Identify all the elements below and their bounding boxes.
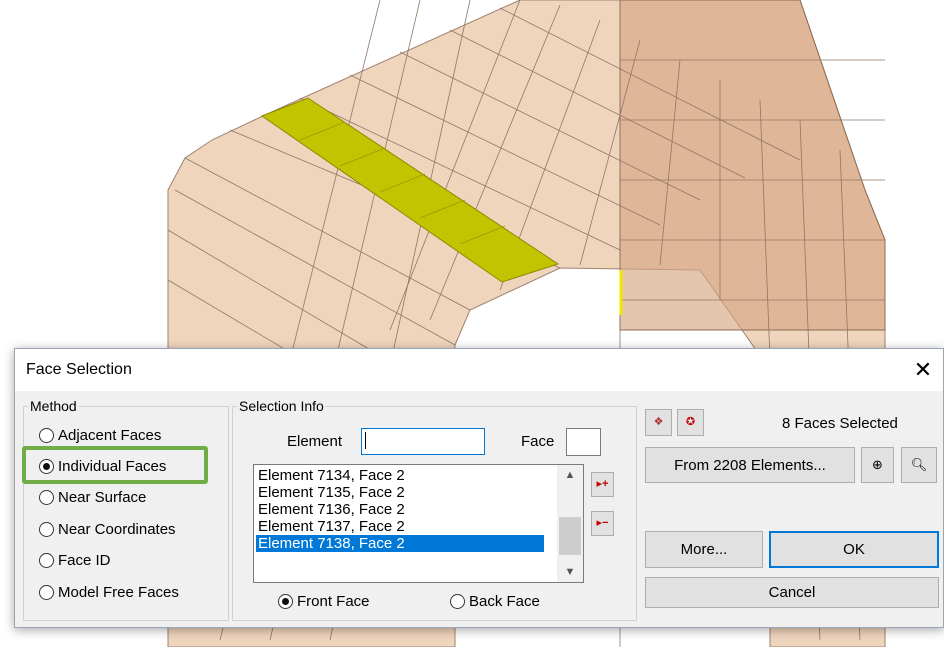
zoom-button[interactable]: 🔍︎ (901, 447, 937, 483)
radio-label: Adjacent Faces (58, 427, 162, 444)
dialog-title: Face Selection (26, 361, 132, 378)
clear-selection-button[interactable]: ✪ (677, 409, 704, 436)
radio-near-coordinates[interactable]: Near Coordinates (39, 521, 176, 538)
radio-label: Near Surface (58, 489, 147, 506)
radio-circle (39, 522, 54, 537)
radio-circle (39, 428, 54, 443)
radio-adjacent-faces[interactable]: Adjacent Faces (39, 427, 161, 444)
close-icon[interactable]: ✕ (903, 349, 943, 391)
selected-faces-list[interactable]: Element 7134, Face 2 Element 7135, Face … (253, 464, 584, 583)
list-item[interactable]: Element 7135, Face 2 (256, 484, 544, 501)
face-input[interactable] (566, 428, 601, 456)
add-to-list-icon: ▸+ (596, 478, 609, 490)
cancel-button[interactable]: Cancel (645, 577, 939, 608)
remove-from-list-button[interactable]: ▸− (591, 511, 614, 536)
list-item[interactable]: Element 7137, Face 2 (256, 518, 544, 535)
from-elements-button[interactable]: From 2208 Elements... (645, 447, 855, 483)
ok-button[interactable]: OK (769, 531, 939, 568)
add-to-list-button[interactable]: ▸+ (591, 472, 614, 497)
radio-front-face[interactable]: Front Face (278, 593, 370, 610)
radio-near-surface[interactable]: Near Surface (39, 489, 146, 506)
radio-label: Model Free Faces (58, 584, 179, 601)
radio-circle (39, 490, 54, 505)
remove-from-list-icon: ▸− (596, 517, 609, 529)
radio-circle (450, 594, 465, 609)
selection-info-legend: Selection Info (239, 398, 324, 414)
list-item-selected[interactable]: Element 7138, Face 2 (256, 535, 544, 552)
radio-label: Individual Faces (58, 458, 167, 475)
radio-model-free-faces[interactable]: Model Free Faces (39, 584, 179, 601)
radio-label: Near Coordinates (58, 521, 176, 538)
radio-face-id[interactable]: Face ID (39, 552, 111, 569)
zoom-icon: 🔍︎ (910, 457, 928, 472)
face-label: Face (521, 433, 555, 450)
method-legend: Method (30, 398, 77, 414)
more-button[interactable]: More... (645, 531, 763, 568)
radio-label: Front Face (297, 593, 370, 610)
list-item[interactable]: Element 7134, Face 2 (256, 467, 544, 484)
select-all-icon: ❖ (653, 416, 664, 428)
globe-icon: ⊕ (872, 457, 883, 472)
element-label: Element (287, 433, 343, 450)
dialog-titlebar: Face Selection ✕ (15, 349, 943, 391)
radio-label: Back Face (469, 593, 540, 610)
radio-circle-selected (278, 594, 293, 609)
selection-status: 8 Faces Selected (782, 415, 898, 432)
radio-circle (39, 585, 54, 600)
scrollbar-thumb[interactable] (559, 517, 581, 555)
text-caret (365, 432, 366, 449)
select-all-button[interactable]: ❖ (645, 409, 672, 436)
radio-circle-selected (39, 459, 54, 474)
globe-button[interactable]: ⊕ (861, 447, 894, 483)
face-selection-dialog: Face Selection ✕ Method Adjacent Faces I… (14, 348, 944, 628)
radio-individual-faces[interactable]: Individual Faces (39, 458, 166, 475)
radio-label: Face ID (58, 552, 111, 569)
scroll-down-icon[interactable]: ▼ (557, 562, 583, 582)
list-item[interactable]: Element 7136, Face 2 (256, 501, 544, 518)
list-scrollbar[interactable]: ▲ ▼ (557, 465, 583, 582)
radio-back-face[interactable]: Back Face (450, 593, 540, 610)
scroll-up-icon[interactable]: ▲ (557, 465, 583, 485)
element-input[interactable] (361, 428, 485, 455)
clear-selection-icon: ✪ (685, 416, 696, 428)
radio-circle (39, 553, 54, 568)
